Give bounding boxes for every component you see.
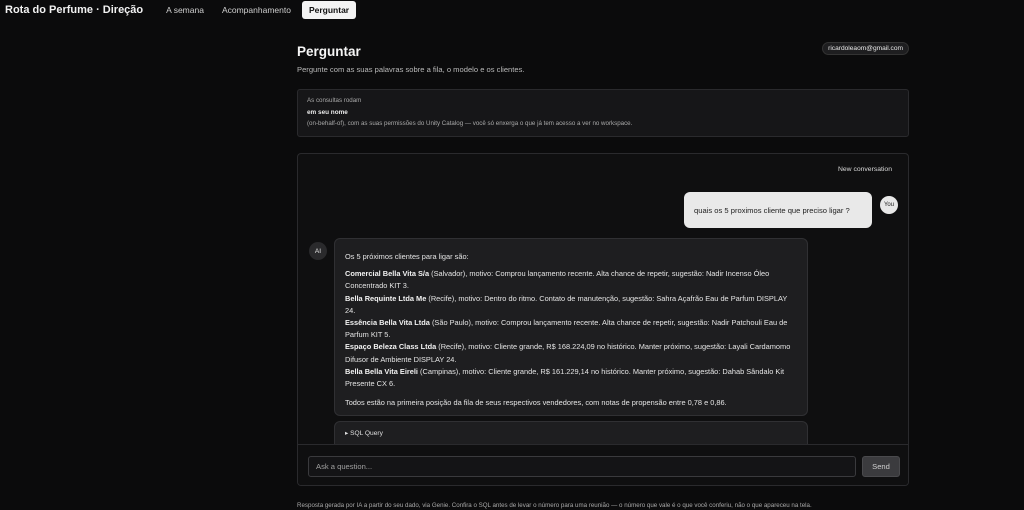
user-email-badge: ricardoleaom@gmail.com	[822, 42, 909, 55]
nav-tab-a-semana[interactable]: A semana	[159, 1, 211, 19]
client-name: Comercial Bella Vita S/a	[345, 269, 430, 279]
client-list-item: Bella Requinte Ltda Me (Recife), motivo:…	[345, 293, 797, 317]
permissions-notice: As consultas rodam em seu nome (on-behal…	[297, 89, 909, 137]
nav-tab-perguntar[interactable]: Perguntar	[301, 1, 357, 19]
nav-tab-acompanhamento[interactable]: Acompanhamento	[215, 1, 298, 19]
footer-disclaimer: Resposta gerada por IA a partir do seu d…	[297, 502, 812, 509]
user-message-text: quais os 5 proximos cliente que preciso …	[694, 205, 850, 215]
question-input[interactable]	[308, 456, 856, 477]
message-composer: Send	[298, 444, 908, 485]
notice-line-1: As consultas rodam	[307, 97, 362, 104]
ai-avatar: AI	[309, 242, 327, 260]
page-title: Perguntar	[297, 44, 361, 59]
app-title: Rota do Perfume · Direção	[5, 4, 144, 16]
ai-response-intro: Os 5 próximos clientes para ligar são:	[345, 252, 469, 261]
user-avatar: You	[880, 196, 898, 214]
notice-line-3: (on-behalf-of), com as suas permissões d…	[307, 120, 633, 127]
user-message-bubble: quais os 5 proximos cliente que preciso …	[684, 192, 872, 228]
ai-response-bubble: Os 5 próximos clientes para ligar são: C…	[334, 238, 808, 416]
client-list-item: Espaço Beleza Class Ltda (Recife), motiv…	[345, 341, 797, 365]
ai-response-outro: Todos estão na primeira posição da fila …	[345, 398, 727, 408]
client-list-item: Essência Bella Vita Ltda (São Paulo), mo…	[345, 317, 797, 341]
top-navigation-bar: Rota do Perfume · Direção A semana Acomp…	[0, 0, 1024, 20]
chat-panel: New conversation quais os 5 proximos cli…	[297, 153, 909, 486]
client-name: Bella Bella Vita Eireli	[345, 366, 418, 376]
page-subtitle: Pergunte com as suas palavras sobre a fi…	[297, 65, 525, 74]
notice-line-2: em seu nome	[307, 109, 348, 116]
send-button[interactable]: Send	[862, 456, 900, 477]
client-name: Essência Bella Vita Ltda	[345, 318, 430, 328]
client-name: Espaço Beleza Class Ltda	[345, 342, 437, 352]
new-conversation-button[interactable]: New conversation	[838, 166, 892, 173]
client-name: Bella Requinte Ltda Me	[345, 293, 427, 303]
client-list-item: Comercial Bella Vita S/a (Salvador), mot…	[345, 268, 797, 292]
client-list-item: Bella Bella Vita Eireli (Campinas), moti…	[345, 366, 797, 390]
